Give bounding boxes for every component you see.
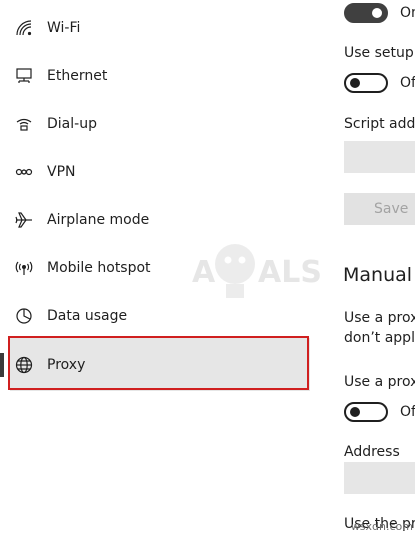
vpn-icon bbox=[14, 162, 34, 182]
sidebar-item-label: Wi-Fi bbox=[47, 20, 81, 36]
airplane-icon bbox=[14, 210, 34, 230]
sidebar-item-dialup[interactable]: Dial-up bbox=[0, 100, 318, 148]
hotspot-icon bbox=[14, 258, 34, 278]
use-proxy-label: Use a proxy bbox=[344, 374, 415, 390]
manual-section-heading: Manual bbox=[343, 264, 413, 286]
sidebar-item-wifi[interactable]: Wi-Fi bbox=[0, 4, 318, 52]
sidebar-item-mobile-hotspot[interactable]: Mobile hotspot bbox=[0, 244, 318, 292]
address-input[interactable] bbox=[344, 462, 415, 494]
setup-script-toggle[interactable] bbox=[344, 73, 388, 93]
settings-sidebar: Wi-Fi Ethernet Dial-up VPN Airplane mode… bbox=[0, 0, 320, 535]
setup-script-label: Use setup s bbox=[344, 45, 415, 61]
address-label: Address bbox=[344, 444, 400, 460]
sidebar-item-label: Data usage bbox=[47, 308, 128, 324]
sidebar-item-label: Dial-up bbox=[47, 116, 97, 132]
sidebar-item-label: Mobile hotspot bbox=[47, 260, 151, 276]
ethernet-icon bbox=[14, 66, 34, 86]
highlight-box bbox=[8, 336, 309, 390]
watermark-site: wsxdn.com bbox=[350, 520, 413, 533]
setup-script-state: Of bbox=[400, 75, 415, 91]
manual-description-line1: Use a proxy bbox=[344, 310, 415, 326]
sidebar-item-vpn[interactable]: VPN bbox=[0, 148, 318, 196]
use-proxy-toggle[interactable] bbox=[344, 402, 388, 422]
sidebar-item-data-usage[interactable]: Data usage bbox=[0, 292, 318, 340]
use-proxy-state: Of bbox=[400, 404, 415, 420]
script-address-input[interactable] bbox=[344, 141, 415, 173]
sidebar-item-label: Ethernet bbox=[47, 68, 108, 84]
sidebar-item-label: VPN bbox=[47, 164, 76, 180]
toggle-knob bbox=[350, 78, 360, 88]
sidebar-item-airplane-mode[interactable]: Airplane mode bbox=[0, 196, 318, 244]
script-address-label: Script addr bbox=[344, 116, 415, 132]
sidebar-item-label: Airplane mode bbox=[47, 212, 150, 228]
detect-settings-toggle[interactable] bbox=[344, 3, 388, 23]
dialup-icon bbox=[14, 114, 34, 134]
sidebar-item-ethernet[interactable]: Ethernet bbox=[0, 52, 318, 100]
manual-description-line2: don’t apply bbox=[344, 330, 415, 346]
toggle-knob bbox=[350, 407, 360, 417]
data-usage-icon bbox=[14, 306, 34, 326]
save-button[interactable]: Save bbox=[344, 193, 415, 225]
wifi-icon bbox=[14, 18, 34, 38]
detect-settings-state: On bbox=[400, 5, 415, 21]
toggle-knob bbox=[372, 8, 382, 18]
proxy-settings-panel: On Use setup s Of Script addr Save Manua… bbox=[318, 0, 415, 535]
